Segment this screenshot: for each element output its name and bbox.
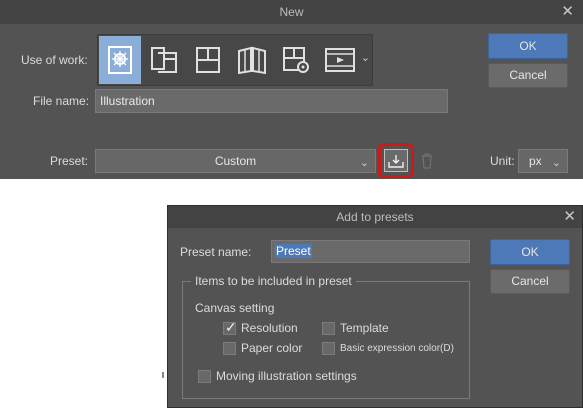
divider [162,372,164,378]
add-to-presets-dialog: Add to presets ✕ Preset name: Preset OK … [167,205,583,408]
paper-color-label: Paper color [241,341,303,355]
use-of-work-selector: ⌄ [97,34,373,86]
new-dialog-titlebar: New ✕ [0,0,583,24]
cancel-button[interactable]: Cancel [488,63,568,88]
canvas-setting-label: Canvas setting [195,301,275,315]
close-icon[interactable]: ✕ [563,206,576,228]
use-settings-page-button[interactable] [275,36,317,84]
use-illustration-button[interactable] [99,36,141,84]
use-animation-button[interactable] [319,36,361,84]
moving-illustration-label: Moving illustration settings [216,369,357,383]
preset-label: Preset: [50,154,89,168]
chevron-down-icon[interactable]: ⌄ [361,51,370,64]
unit-label: Unit: [490,154,515,168]
template-label: Template [340,321,389,335]
basic-expression-color-label: Basic expression color(D) [340,343,454,354]
settings-page-icon [283,47,309,73]
save-preset-icon [388,154,404,168]
cancel-button[interactable]: Cancel [490,269,570,294]
preset-name-label: Preset name: [180,245,252,259]
moving-illustration-checkbox[interactable] [198,370,211,383]
preset-items-group: Items to be included in preset Canvas se… [182,274,470,399]
chevron-down-icon: ⌄ [359,157,369,169]
template-checkbox[interactable] [322,322,335,335]
use-webtoon-button[interactable] [143,36,185,84]
illustration-icon [108,46,132,74]
register-preset-button[interactable] [378,143,414,178]
close-icon[interactable]: ✕ [561,0,574,24]
preset-name-input[interactable]: Preset [271,240,470,263]
webtoon-icon [151,47,177,73]
preset-value: Custom [214,154,257,168]
ok-button[interactable]: OK [488,33,568,59]
use-comic-button[interactable] [187,36,229,84]
preset-dropdown[interactable]: Custom ⌄ [95,149,376,173]
unit-dropdown[interactable]: px ⌄ [518,149,568,173]
preset-name-value: Preset [275,244,312,258]
file-name-input[interactable]: Illustration [95,89,448,113]
new-dialog-title: New [279,5,304,19]
add-to-presets-title: Add to presets [336,210,414,224]
group-title: Items to be included in preset [191,274,356,288]
resolution-checkbox[interactable]: ✓ [223,319,237,335]
new-dialog: New ✕ Use of work: ⌄ File name: Illustra… [0,0,583,179]
resolution-label: Resolution [241,321,298,335]
trash-icon [422,153,432,169]
check-icon: ✓ [225,319,237,335]
file-name-label: File name: [33,94,90,108]
unit-value: px [529,154,542,168]
ok-button[interactable]: OK [490,239,570,265]
animation-icon [325,48,355,72]
paper-color-checkbox[interactable] [223,342,236,355]
use-of-work-label: Use of work: [21,53,88,67]
basic-expression-color-checkbox[interactable] [322,342,335,355]
comic-icon [196,47,220,73]
add-to-presets-titlebar: Add to presets ✕ [168,206,582,228]
chevron-down-icon: ⌄ [551,157,561,169]
book-icon [238,46,266,75]
delete-preset-button[interactable] [417,151,437,171]
use-book-button[interactable] [231,36,273,84]
